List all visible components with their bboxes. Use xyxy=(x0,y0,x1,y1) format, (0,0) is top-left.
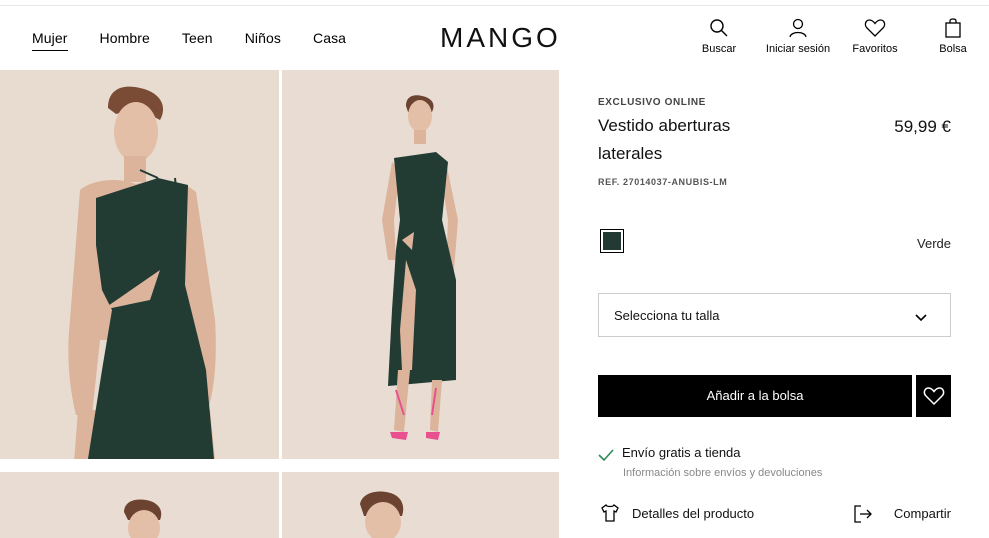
free-shipping-text: Envío gratis a tienda xyxy=(622,445,741,460)
exclusive-tag: EXCLUSIVO ONLINE xyxy=(598,97,706,108)
color-swatch-fill xyxy=(603,232,621,250)
bag-button[interactable]: Bolsa xyxy=(935,18,971,55)
selected-color-name: Verde xyxy=(917,236,951,251)
product-image-2[interactable] xyxy=(282,70,559,459)
search-label: Buscar xyxy=(701,43,737,55)
share-label: Compartir xyxy=(893,506,951,521)
product-image-4[interactable] xyxy=(282,472,559,538)
nav-item-casa[interactable]: Casa xyxy=(313,30,346,51)
user-icon xyxy=(762,18,834,40)
product-actions: Detalles del producto Compartir xyxy=(598,503,951,525)
nav-item-hombre[interactable]: Hombre xyxy=(100,30,150,51)
share-button[interactable]: Compartir xyxy=(853,503,951,525)
favorites-button[interactable]: Favoritos xyxy=(850,18,900,55)
shipping-returns-link[interactable]: Información sobre envíos y devoluciones xyxy=(623,467,822,479)
chevron-down-icon xyxy=(914,310,928,328)
product-image-1[interactable] xyxy=(0,70,279,459)
nav-item-teen[interactable]: Teen xyxy=(182,30,213,51)
main-nav: Mujer Hombre Teen Niños Casa xyxy=(32,30,378,51)
tshirt-icon xyxy=(601,504,619,522)
login-label: Iniciar sesión xyxy=(765,43,831,55)
add-to-bag-button[interactable]: Añadir a la bolsa xyxy=(598,375,912,417)
bag-icon xyxy=(935,18,971,40)
color-swatch-verde[interactable] xyxy=(600,229,624,253)
size-select[interactable]: Selecciona tu talla xyxy=(598,293,951,337)
search-button[interactable]: Buscar xyxy=(700,18,738,55)
nav-item-ninos[interactable]: Niños xyxy=(245,30,281,51)
size-select-label: Selecciona tu talla xyxy=(614,308,720,323)
product-reference: REF. 27014037-ANUBIS-LM xyxy=(598,177,728,187)
heart-icon xyxy=(850,18,900,40)
product-price: 59,99 € xyxy=(894,117,951,136)
nav-item-mujer[interactable]: Mujer xyxy=(32,30,68,51)
product-name: Vestido aberturas laterales xyxy=(598,116,731,163)
bag-label: Bolsa xyxy=(939,43,967,55)
add-to-favorites-button[interactable] xyxy=(916,375,951,417)
favorites-label: Favoritos xyxy=(852,43,898,55)
product-image-3[interactable] xyxy=(0,472,279,538)
header-tools: Buscar Iniciar sesión Favoritos Bolsa xyxy=(690,18,980,64)
check-icon xyxy=(598,448,614,466)
share-icon xyxy=(854,505,872,523)
site-header: Mujer Hombre Teen Niños Casa MANGO Busca… xyxy=(0,6,989,70)
search-icon xyxy=(700,18,738,40)
brand-logo[interactable]: MANGO xyxy=(440,22,561,54)
product-details-label: Detalles del producto xyxy=(632,506,755,521)
login-button[interactable]: Iniciar sesión xyxy=(762,18,834,55)
